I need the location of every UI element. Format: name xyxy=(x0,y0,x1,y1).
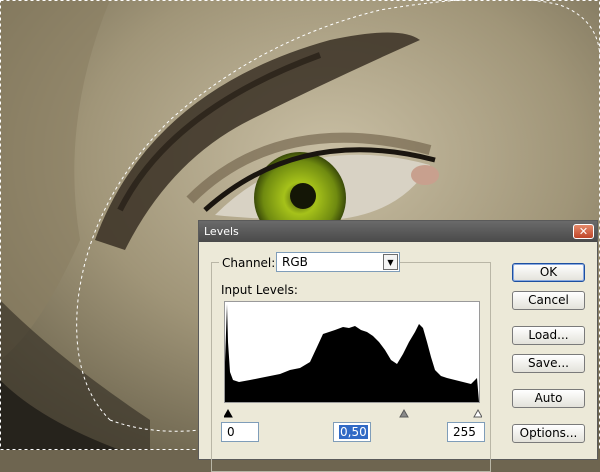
ok-button[interactable]: OK xyxy=(512,263,585,282)
dialog-title: Levels xyxy=(204,225,239,238)
save-button[interactable]: Save... xyxy=(512,354,585,373)
white-point-handle xyxy=(473,408,482,418)
input-gamma-field[interactable]: 0,50 xyxy=(333,422,371,442)
black-point-handle xyxy=(224,408,233,418)
cancel-button[interactable]: Cancel xyxy=(512,291,585,310)
input-levels-slider[interactable] xyxy=(224,407,482,419)
input-levels-label: Input Levels: xyxy=(221,283,298,297)
input-black-field[interactable]: 0 xyxy=(221,422,259,442)
chevron-down-icon[interactable]: ▼ xyxy=(383,254,398,270)
channel-select[interactable]: RGB ▼ xyxy=(276,252,400,272)
channel-select-value: RGB xyxy=(282,255,308,269)
options-button[interactable]: Options... xyxy=(512,424,585,443)
histogram xyxy=(224,301,480,403)
levels-dialog: Levels ✕ Channel: RGB ▼ Input Levels: 0 … xyxy=(198,220,598,472)
histogram-shape xyxy=(225,304,479,402)
close-icon[interactable]: ✕ xyxy=(573,224,594,239)
auto-button[interactable]: Auto xyxy=(512,389,585,408)
dialog-titlebar[interactable]: Levels ✕ xyxy=(199,221,597,242)
gamma-handle xyxy=(399,408,409,418)
load-button[interactable]: Load... xyxy=(512,326,585,345)
input-white-field[interactable]: 255 xyxy=(447,422,485,442)
channel-label: Channel: xyxy=(219,256,279,270)
